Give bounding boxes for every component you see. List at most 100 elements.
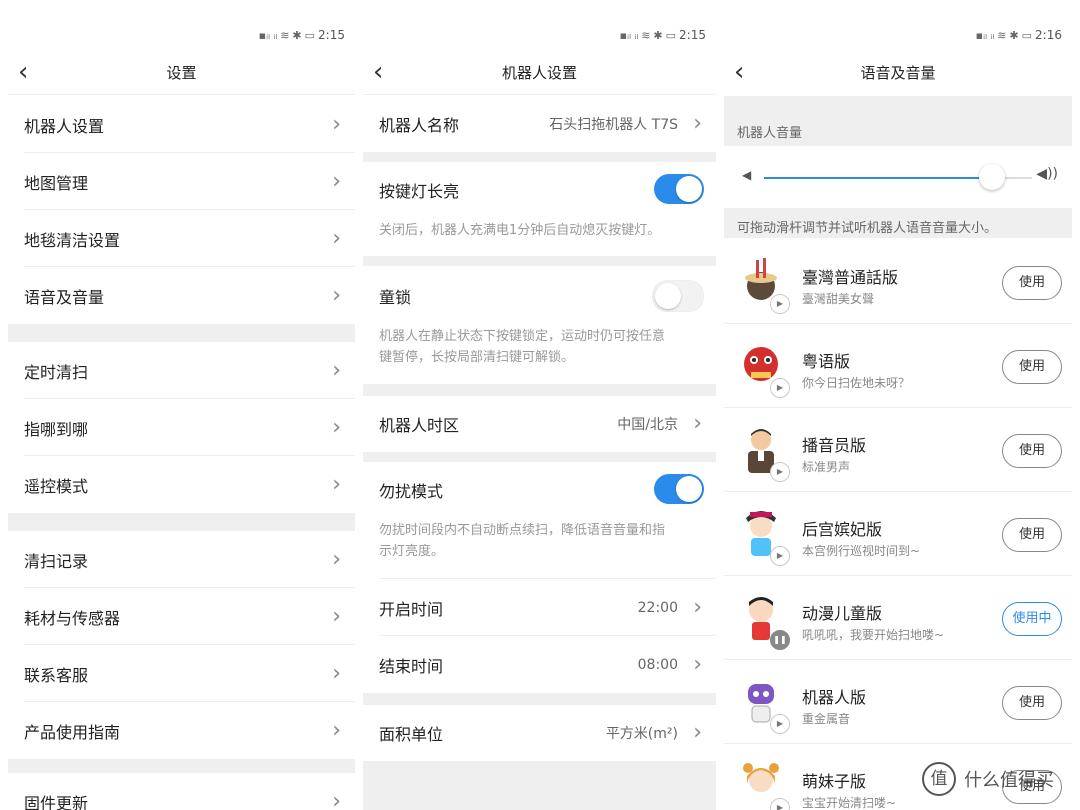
settings-item[interactable]: 地图管理 ›	[8, 153, 355, 210]
voice-pack-name: 动漫儿童版	[802, 604, 883, 623]
play-icon[interactable]: ▶	[770, 798, 790, 810]
play-icon[interactable]: ▶	[770, 546, 790, 566]
status-bar: ▪ᵢₗ ᵢₗ ≋ ✱ ▭ 2:16	[976, 24, 1062, 46]
wifi-icon: ≋	[997, 28, 1007, 42]
voice-pack-sample: 宝宝开始清扫喽~	[802, 796, 897, 810]
timezone-row[interactable]: 机器人时区 中国/北京 ›	[363, 396, 716, 452]
voice-pack-item: ▶ 臺灣普通話版臺灣甜美女聲 使用	[724, 240, 1072, 324]
area-unit-value: 平方米(m²)	[605, 726, 678, 742]
chevron-right-icon: ›	[332, 717, 341, 743]
play-icon[interactable]: ▶	[770, 462, 790, 482]
voice-pack-item: ▶ 机器人版 重金属音 使用	[724, 660, 1072, 744]
settings-item[interactable]: 联系客服 ›	[8, 645, 355, 702]
robot-name-value: 石头扫拖机器人 T7S	[549, 117, 678, 133]
voice-pack-sample: 吼吼吼，我要开始扫地喽~	[802, 628, 945, 642]
settings-item[interactable]: 产品使用指南 ›	[8, 702, 355, 759]
voice-pack-sample: 本宫例行巡视时间到~	[802, 544, 921, 558]
volume-slider-thumb[interactable]	[978, 164, 1005, 190]
voice-pack-sample: 标准男声	[802, 460, 851, 474]
key-light-row: 按键灯长亮	[363, 162, 716, 218]
voice-pack-name: 臺灣普通話版	[802, 268, 899, 287]
settings-item[interactable]: 机器人设置 ›	[8, 96, 355, 153]
status-time: 2:16	[1035, 28, 1062, 42]
settings-screen: ▪ᵢₗ ᵢₗ ≋ ✱ ▭ 2:15 ‹ 设置 机器人设置 › 地图管理 › 地毯清洁设置…	[8, 0, 355, 810]
play-icon[interactable]: ▶	[770, 714, 790, 734]
start-time-value: 22:00	[637, 600, 678, 616]
area-unit-row[interactable]: 面积单位 平方米(m²) ›	[363, 705, 716, 761]
chevron-right-icon: ›	[332, 471, 341, 497]
chevron-right-icon: ›	[332, 603, 341, 629]
voice-pack-name: 粤语版	[802, 352, 851, 371]
voice-pack-name: 机器人版	[802, 688, 867, 707]
play-icon[interactable]: ▶	[770, 294, 790, 314]
chevron-right-icon: ›	[693, 720, 702, 745]
settings-item[interactable]: 遥控模式 ›	[8, 456, 355, 513]
settings-item-label: 耗材与传感器	[24, 608, 121, 628]
settings-item[interactable]: 地毯清洁设置 ›	[8, 210, 355, 267]
page-title: 语音及音量	[860, 64, 936, 82]
dnd-description-line-1: 勿扰时间段内不自动断点续扫，降低语音音量和指	[379, 523, 666, 538]
status-bar: ▪ᵢₗ ᵢₗ ≋ ✱ ▭ 2:15	[620, 24, 706, 46]
signal-icon: ▪ᵢₗ ᵢₗ	[258, 28, 278, 42]
settings-item-label: 地图管理	[24, 173, 89, 193]
use-button[interactable]: 使用	[1002, 350, 1062, 384]
voice-pack-item: ❚❚ 动漫儿童版吼吼吼，我要开始扫地喽~ 使用中	[724, 576, 1072, 660]
start-time-row[interactable]: 开启时间 22:00 ›	[363, 580, 716, 636]
timezone-value: 中国/北京	[617, 417, 678, 433]
wifi-icon: ≋	[280, 28, 290, 42]
chevron-right-icon: ›	[332, 225, 341, 251]
chevron-right-icon: ›	[332, 282, 341, 308]
settings-item[interactable]: 语音及音量 ›	[8, 267, 355, 324]
use-button[interactable]: 使用	[1002, 266, 1062, 300]
end-time-row[interactable]: 结束时间 08:00 ›	[363, 637, 716, 693]
battery-icon: ▭	[665, 28, 677, 42]
settings-item-label: 联系客服	[24, 665, 89, 685]
battery-icon: ▭	[1021, 28, 1033, 42]
bluetooth-icon: ✱	[653, 28, 663, 42]
watermark: 值 什么值得买	[922, 762, 1054, 796]
robot-name-row[interactable]: 机器人名称 石头扫拖机器人 T7S ›	[363, 96, 716, 152]
settings-item-label: 语音及音量	[24, 287, 105, 307]
robot-settings-screen: ▪ᵢₗ ᵢₗ ≋ ✱ ▭ 2:15 ‹ 机器人设置 机器人名称 石头扫拖机器人 …	[363, 0, 716, 810]
voice-pack-sample: 你今日扫佐地未呀？	[802, 376, 911, 390]
settings-item[interactable]: 定时清扫 ›	[8, 342, 355, 399]
watermark-text: 什么值得买	[964, 770, 1054, 791]
child-lock-description-line-2: 键暂停，长按局部清扫键可解锁。	[379, 350, 575, 365]
settings-item[interactable]: 指哪到哪 ›	[8, 399, 355, 456]
chevron-right-icon: ›	[693, 595, 702, 620]
volume-low-icon: ◀	[742, 168, 752, 182]
volume-high-icon: ◀))	[1036, 166, 1058, 182]
chevron-right-icon: ›	[693, 652, 702, 677]
pause-icon[interactable]: ❚❚	[770, 630, 790, 650]
area-unit-label: 面积单位	[379, 725, 444, 744]
bluetooth-icon: ✱	[292, 28, 302, 42]
settings-item[interactable]: 固件更新 ›	[8, 773, 355, 810]
bluetooth-icon: ✱	[1009, 28, 1019, 42]
robot-name-label: 机器人名称	[379, 116, 460, 135]
dnd-row: 勿扰模式	[363, 462, 716, 518]
in-use-button[interactable]: 使用中	[1002, 602, 1062, 636]
timezone-label: 机器人时区	[379, 416, 460, 435]
settings-item-label: 清扫记录	[24, 551, 89, 571]
use-button[interactable]: 使用	[1002, 686, 1062, 720]
settings-item[interactable]: 清扫记录 ›	[8, 531, 355, 588]
chevron-right-icon: ›	[693, 411, 702, 436]
settings-item-label: 遥控模式	[24, 476, 89, 496]
chevron-right-icon: ›	[332, 788, 341, 810]
chevron-right-icon: ›	[332, 414, 341, 440]
start-time-label: 开启时间	[379, 600, 444, 619]
use-button[interactable]: 使用	[1002, 434, 1062, 468]
use-button[interactable]: 使用	[1002, 518, 1062, 552]
key-light-toggle[interactable]	[654, 174, 704, 204]
voice-pack-sample: 臺灣甜美女聲	[802, 292, 875, 306]
play-icon[interactable]: ▶	[770, 378, 790, 398]
volume-slider-row: ◀ ◀))	[724, 150, 1072, 206]
voice-volume-screen: ▪ᵢₗ ᵢₗ ≋ ✱ ▭ 2:16 ‹ 语音及音量 机器人音量 ◀ ◀)) 可拖…	[724, 0, 1072, 810]
dnd-toggle[interactable]	[654, 474, 704, 504]
volume-label: 机器人音量	[737, 126, 803, 141]
settings-item[interactable]: 耗材与传感器 ›	[8, 588, 355, 645]
child-lock-toggle[interactable]	[652, 280, 704, 312]
settings-item-label: 指哪到哪	[24, 419, 89, 439]
settings-item-label: 产品使用指南	[24, 722, 121, 742]
key-light-label: 按键灯长亮	[379, 182, 460, 201]
